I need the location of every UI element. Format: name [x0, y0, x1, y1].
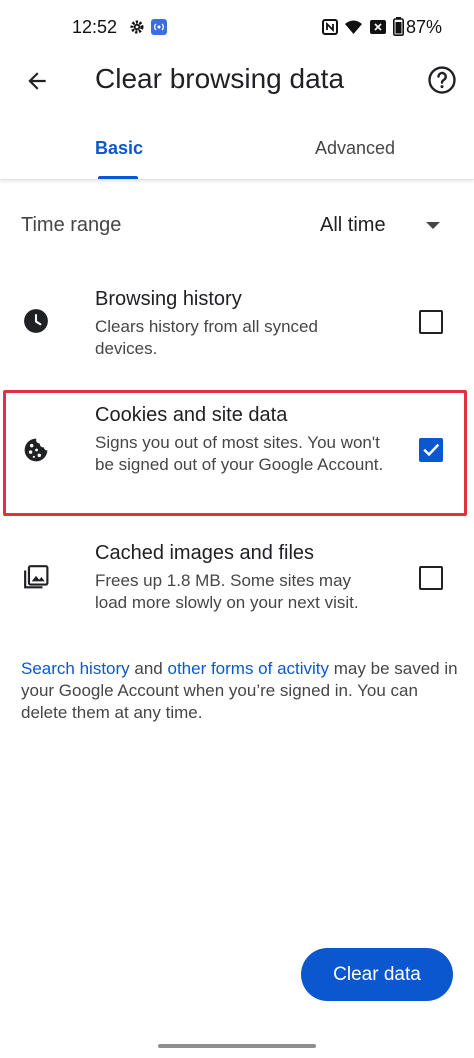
- option-cached-images[interactable]: Cached images and files Frees up 1.8 MB.…: [0, 542, 474, 622]
- settings-gear-icon: [130, 20, 144, 34]
- status-time: 12:52: [72, 17, 118, 37]
- page-title: Clear browsing data: [95, 63, 345, 94]
- footer-text-part: and: [129, 659, 168, 678]
- option-title: Browsing history: [95, 288, 242, 310]
- time-range-label: Time range: [21, 214, 122, 236]
- search-history-link[interactable]: Search history: [21, 659, 130, 678]
- battery-percent: 87%: [406, 17, 443, 37]
- app-bar: Clear browsing data: [0, 56, 474, 104]
- browsing-history-checkbox[interactable]: [419, 310, 443, 334]
- cached-images-checkbox[interactable]: [419, 566, 443, 590]
- wifi-icon: [345, 20, 362, 34]
- gesture-nav-handle[interactable]: [158, 1044, 316, 1048]
- tab-bar: Basic Advanced: [0, 120, 474, 180]
- time-range-value: All time: [320, 214, 386, 236]
- clock-icon: [24, 309, 48, 333]
- account-activity-note: Search history and other forms of activi…: [21, 658, 461, 724]
- nfc-icon: [322, 19, 338, 35]
- clear-data-button[interactable]: Clear data: [301, 948, 453, 1001]
- image-icon: [24, 565, 49, 589]
- highlight-annotation-box: [3, 390, 467, 516]
- battery-icon: [393, 17, 404, 36]
- help-circle-icon: [428, 66, 456, 94]
- option-description: Clears history from all synced devices.: [95, 317, 318, 358]
- broadcast-icon: [151, 19, 167, 35]
- other-activity-link[interactable]: other forms of activity: [167, 659, 329, 678]
- tab-basic[interactable]: Basic: [95, 138, 143, 159]
- dropdown-arrow-icon: [426, 222, 440, 229]
- option-description: Frees up 1.8 MB. Some sites may load mor…: [95, 571, 359, 612]
- status-bar: 12:52 87%: [0, 0, 474, 56]
- back-button[interactable]: [20, 64, 54, 98]
- option-title: Cached images and files: [95, 542, 315, 564]
- option-browsing-history[interactable]: Browsing history Clears history from all…: [0, 286, 474, 366]
- help-button[interactable]: [426, 64, 458, 96]
- time-range-dropdown[interactable]: All time: [320, 210, 450, 242]
- arrow-back-icon: [28, 72, 46, 90]
- tab-indicator: [98, 176, 138, 179]
- tab-advanced[interactable]: Advanced: [315, 138, 395, 159]
- no-sim-icon: [370, 20, 386, 34]
